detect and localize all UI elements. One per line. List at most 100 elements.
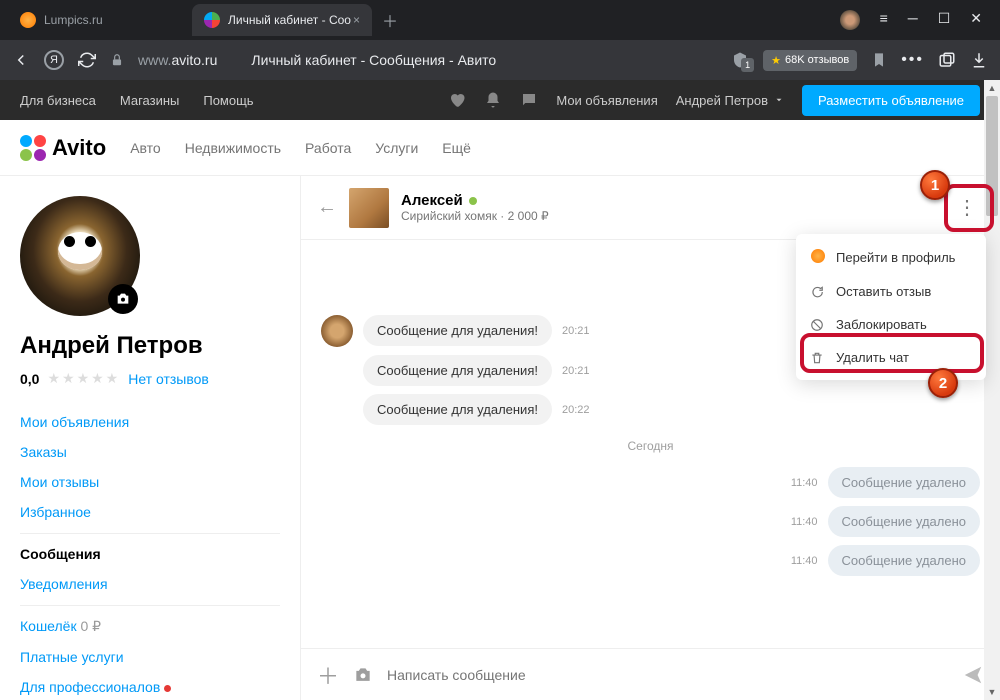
sidebar-item[interactable]: Мои объявления	[20, 407, 280, 437]
shield-icon[interactable]: 1	[731, 51, 749, 69]
sidebar-item[interactable]: Сообщения	[20, 533, 280, 569]
attach-icon[interactable]: ＋	[317, 659, 339, 691]
category-link[interactable]: Авто	[130, 140, 161, 156]
browser-tab[interactable]: Lumpics.ru	[8, 4, 188, 36]
tab-title: Личный кабинет - Соо	[228, 13, 351, 27]
category-bar: Avito Авто Недвижимость Работа Услуги Ещ…	[0, 120, 1000, 176]
favicon-icon	[204, 12, 220, 28]
post-ad-button[interactable]: Разместить объявление	[802, 85, 980, 116]
camera-icon[interactable]	[108, 284, 138, 314]
category-link[interactable]: Услуги	[375, 140, 418, 156]
bell-icon[interactable]	[484, 91, 502, 109]
category-link[interactable]: Недвижимость	[185, 140, 281, 156]
review-icon	[810, 285, 826, 299]
brand-logo[interactable]: Avito	[20, 135, 106, 161]
topbar-link[interactable]: Помощь	[203, 93, 253, 108]
extensions-icon[interactable]	[938, 51, 956, 69]
heart-icon[interactable]	[448, 91, 466, 109]
category-link[interactable]: Ещё	[442, 140, 471, 156]
annotation-marker: 2	[928, 368, 958, 398]
message-bubble-deleted: Сообщение удалено	[828, 545, 980, 576]
close-window-icon[interactable]: ✕	[970, 10, 982, 30]
menu-item-label: Удалить чат	[836, 350, 909, 365]
sidebar-item[interactable]: Избранное	[20, 497, 280, 527]
menu-icon[interactable]: ≡	[880, 10, 888, 30]
more-icon[interactable]: •••	[901, 51, 924, 69]
star-icon: ★	[771, 54, 781, 67]
sidebar-item[interactable]: Для профессионалов	[20, 672, 280, 700]
menu-item-review[interactable]: Оставить отзыв	[796, 275, 986, 308]
message-bubble-deleted: Сообщение удалено	[828, 506, 980, 537]
message-time: 20:21	[562, 325, 590, 337]
message-bubble: Сообщение для удаления!	[363, 394, 552, 425]
browser-titlebar: Lumpics.ru Личный кабинет - Соо × ＋ ≡ ─ …	[0, 0, 1000, 40]
profile-sidebar: Андрей Петров 0,0 ★★★★★ Нет отзывов Мои …	[0, 176, 300, 700]
lock-icon[interactable]	[110, 53, 124, 67]
block-icon	[810, 318, 826, 332]
chat-menu-button[interactable]: ⋮	[950, 191, 984, 225]
message-time: 20:21	[562, 365, 590, 377]
profile-name: Андрей Петров	[20, 332, 280, 360]
category-link[interactable]: Работа	[305, 140, 351, 156]
page-content: Для бизнеса Магазины Помощь Мои объявлен…	[0, 80, 1000, 700]
chat-listing[interactable]: Сирийский хомяк · 2 000 ₽	[401, 209, 549, 223]
favicon-icon	[20, 12, 36, 28]
url-display[interactable]: www.avito.ru	[138, 52, 217, 68]
annotation-marker: 1	[920, 170, 950, 200]
sidebar-item[interactable]: Кошелёк 0 ₽	[20, 605, 280, 642]
online-indicator-icon	[469, 197, 477, 205]
bookmark-icon[interactable]	[871, 52, 887, 68]
sidebar-item[interactable]: Мои отзывы	[20, 467, 280, 497]
downloads-icon[interactable]	[970, 51, 988, 69]
site-topbar: Для бизнеса Магазины Помощь Мои объявлен…	[0, 80, 1000, 120]
no-reviews-link[interactable]: Нет отзывов	[128, 371, 209, 387]
back-icon[interactable]: ←	[317, 196, 337, 219]
my-ads-link[interactable]: Мои объявления	[556, 93, 657, 108]
send-icon[interactable]	[962, 664, 984, 686]
date-divider: Сегодня	[321, 439, 980, 453]
new-tab-button[interactable]: ＋	[376, 6, 404, 34]
scrollbar-thumb[interactable]	[986, 96, 998, 216]
topbar-link[interactable]: Магазины	[120, 93, 180, 108]
page-scrollbar[interactable]: ▲ ▼	[984, 80, 1000, 700]
chat-peer-avatar[interactable]	[349, 188, 389, 228]
message-bubble: Сообщение для удаления!	[363, 315, 552, 346]
sidebar-item[interactable]: Заказы	[20, 437, 280, 467]
scroll-up-icon[interactable]: ▲	[984, 80, 1000, 96]
topbar-link[interactable]: Для бизнеса	[20, 93, 96, 108]
message-bubble: Сообщение для удаления!	[363, 355, 552, 386]
sidebar-item[interactable]: Уведомления	[20, 569, 280, 599]
page-title: Личный кабинет - Сообщения - Авито	[251, 52, 717, 68]
notification-dot-icon	[164, 685, 171, 692]
reviews-badge[interactable]: ★68K отзывов	[763, 50, 857, 71]
menu-item-trash[interactable]: Удалить чат	[796, 341, 986, 374]
reload-icon[interactable]	[78, 51, 96, 69]
menu-item-block[interactable]: Заблокировать	[796, 308, 986, 341]
chat-panel: ← Алексей Сирийский хомяк · 2 000 ₽ ⋮ 19…	[300, 176, 1000, 700]
sidebar-nav: Мои объявленияЗаказыМои отзывыИзбранное С…	[20, 407, 280, 700]
stars-icon: ★★★★★	[47, 370, 120, 387]
camera-icon[interactable]	[353, 665, 373, 685]
menu-item-profile[interactable]: Перейти в профиль	[796, 240, 986, 275]
tab-title: Lumpics.ru	[44, 13, 103, 27]
message-time: 11:40	[791, 477, 818, 489]
browser-tab-active[interactable]: Личный кабинет - Соо ×	[192, 4, 372, 36]
sidebar-item[interactable]: Платные услуги	[20, 642, 280, 672]
message-bubble-deleted: Сообщение удалено	[828, 467, 980, 498]
message-composer: ＋	[301, 648, 1000, 700]
scroll-down-icon[interactable]: ▼	[984, 684, 1000, 700]
close-icon[interactable]: ×	[353, 13, 360, 27]
wallet-amount: 0 ₽	[77, 618, 101, 634]
message-icon[interactable]	[520, 91, 538, 109]
message-input[interactable]	[387, 667, 948, 683]
trash-icon	[810, 351, 826, 365]
user-menu[interactable]: Андрей Петров	[676, 93, 784, 108]
back-icon[interactable]	[12, 51, 30, 69]
chat-peer-name[interactable]: Алексей	[401, 192, 463, 209]
profile-avatar-icon[interactable]	[840, 10, 860, 30]
menu-item-label: Перейти в профиль	[836, 250, 955, 265]
profile-avatar[interactable]	[20, 196, 140, 316]
maximize-icon[interactable]: ☐	[938, 10, 951, 30]
minimize-icon[interactable]: ─	[908, 10, 918, 30]
yandex-icon[interactable]: Я	[44, 50, 64, 70]
